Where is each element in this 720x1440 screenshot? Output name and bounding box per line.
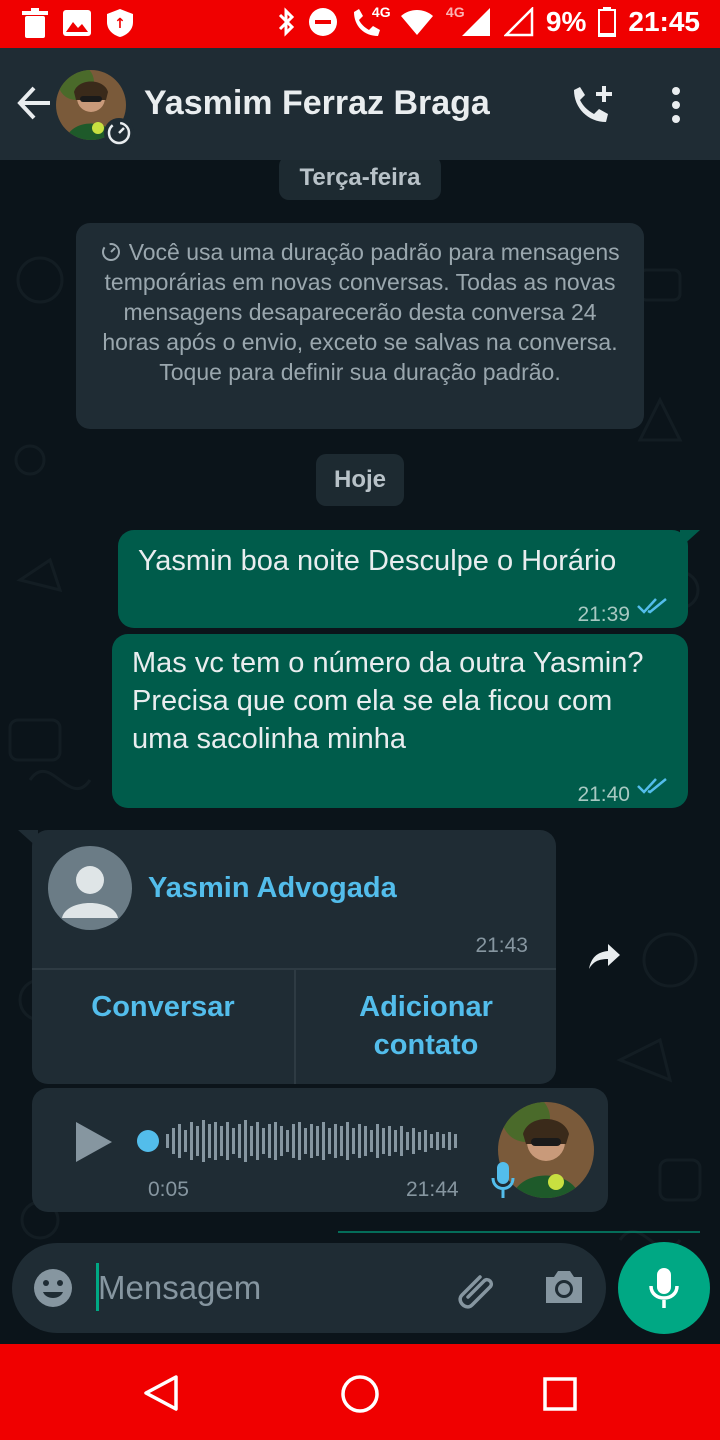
- message-input[interactable]: Mensagem: [98, 1269, 261, 1307]
- chat-with-contact-button[interactable]: Conversar: [32, 988, 294, 1026]
- recents-nav-icon[interactable]: [542, 1376, 578, 1412]
- add-contact-label-1: Adicionar: [359, 991, 493, 1023]
- record-voice-button[interactable]: [618, 1242, 710, 1334]
- chat-header: Yasmim Ferraz Braga: [0, 48, 720, 160]
- image-icon: [63, 10, 91, 36]
- forward-icon[interactable]: [588, 942, 622, 970]
- battery-icon: [598, 7, 617, 37]
- message-time: 21:40: [577, 783, 630, 806]
- trash-icon: [22, 8, 48, 38]
- add-contact-label-2: contato: [373, 1029, 479, 1061]
- voice-duration: 0:05: [148, 1178, 189, 1201]
- read-receipt-icon: [637, 778, 667, 794]
- scroll-indicator: [338, 1231, 700, 1233]
- voice-message[interactable]: 0:05 21:44: [32, 1088, 608, 1212]
- svg-text:↑: ↑: [114, 16, 126, 32]
- message-time: 21:43: [475, 934, 528, 957]
- do-not-disturb-icon: [308, 8, 337, 36]
- chat-area[interactable]: Terça-feira Você usa uma duração padrão …: [0, 160, 720, 1344]
- back-arrow-icon[interactable]: [14, 84, 52, 122]
- clock: 21:45: [628, 6, 700, 37]
- timer-icon: [102, 243, 121, 261]
- audio-waveform[interactable]: [134, 1116, 464, 1166]
- camera-icon[interactable]: [542, 1267, 586, 1307]
- signal-empty-icon: [503, 7, 534, 37]
- mic-icon: [649, 1268, 679, 1308]
- emoji-icon[interactable]: [32, 1267, 74, 1309]
- battery-percent: 9%: [545, 6, 587, 37]
- message-text: Mas vc tem o número da outra Yasmin? Pre…: [132, 647, 644, 755]
- message-time: 21:39: [577, 603, 630, 626]
- play-icon[interactable]: [74, 1120, 114, 1164]
- date-chip-today: Hoje: [316, 454, 404, 506]
- mic-icon: [491, 1162, 515, 1198]
- system-nav-bar: [0, 1344, 720, 1440]
- status-bar: ↑ 4G 4G 9% 21:45: [0, 0, 720, 48]
- signal-icon: 4G: [446, 4, 492, 38]
- shield-icon: ↑: [107, 9, 133, 37]
- bubble-tail: [18, 830, 38, 848]
- bubble-tail: [680, 530, 700, 548]
- bluetooth-icon: [278, 7, 295, 37]
- disappearing-timer-icon: [104, 118, 134, 148]
- wifi-icon: [400, 10, 433, 35]
- shared-contact-name: Yasmin Advogada: [148, 872, 397, 904]
- message-text: Yasmin boa noite Desculpe o Horário: [138, 545, 617, 577]
- message-outgoing[interactable]: Yasmin boa noite Desculpe o Horário 21:3…: [118, 530, 700, 628]
- message-time: 21:44: [406, 1178, 459, 1201]
- message-composer[interactable]: Mensagem: [12, 1243, 606, 1333]
- default-avatar-icon: [48, 846, 132, 930]
- disappearing-notice-text: Você usa uma duração padrão para mensage…: [102, 239, 620, 385]
- more-options-icon[interactable]: [664, 86, 688, 124]
- read-receipt-icon: [637, 598, 667, 614]
- message-outgoing[interactable]: Mas vc tem o número da outra Yasmin? Pre…: [112, 634, 688, 808]
- contact-name[interactable]: Yasmim Ferraz Braga: [144, 84, 490, 123]
- contact-card-message[interactable]: Yasmin Advogada 21:43 Conversar Adiciona…: [18, 830, 556, 1084]
- home-nav-icon[interactable]: [340, 1374, 380, 1414]
- volte-call-icon: 4G: [350, 4, 391, 38]
- date-chip-tuesday: Terça-feira: [279, 160, 441, 200]
- add-call-icon[interactable]: [570, 84, 616, 126]
- add-contact-button[interactable]: Adicionar contato: [296, 988, 556, 1064]
- back-nav-icon[interactable]: [142, 1374, 180, 1412]
- disappearing-messages-notice[interactable]: Você usa uma duração padrão para mensage…: [76, 223, 644, 429]
- attach-icon[interactable]: [454, 1267, 498, 1311]
